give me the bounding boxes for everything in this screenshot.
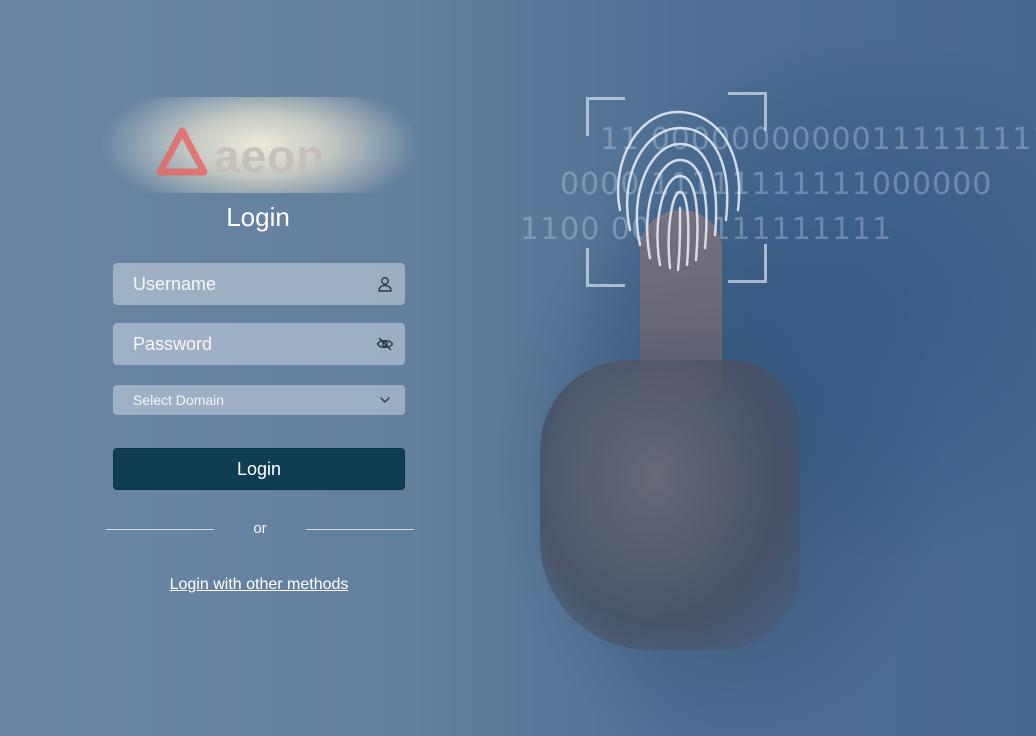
password-field[interactable]: Password bbox=[113, 323, 405, 365]
chevron-down-icon bbox=[365, 396, 405, 404]
logo-text: aeon bbox=[214, 130, 326, 182]
domain-select[interactable]: Select Domain bbox=[113, 385, 405, 415]
fingerprint-icon bbox=[616, 110, 741, 272]
username-field[interactable]: Username bbox=[113, 263, 405, 305]
divider-text: or bbox=[253, 520, 267, 537]
divider-right bbox=[306, 529, 414, 530]
user-icon bbox=[365, 276, 405, 292]
domain-select-value: Select Domain bbox=[133, 392, 225, 408]
triangle-logo-icon bbox=[156, 127, 208, 176]
divider-left bbox=[106, 529, 214, 530]
password-placeholder: Password bbox=[133, 333, 213, 354]
username-placeholder: Username bbox=[133, 273, 217, 294]
hand-image bbox=[540, 360, 800, 650]
other-methods-link[interactable]: Login with other methods bbox=[0, 576, 518, 594]
login-panel: aeon Login Username Password Select Doma… bbox=[0, 0, 520, 736]
page-title: Login bbox=[226, 202, 290, 232]
eye-off-icon[interactable] bbox=[365, 336, 405, 352]
login-button[interactable]: Login bbox=[113, 448, 405, 490]
